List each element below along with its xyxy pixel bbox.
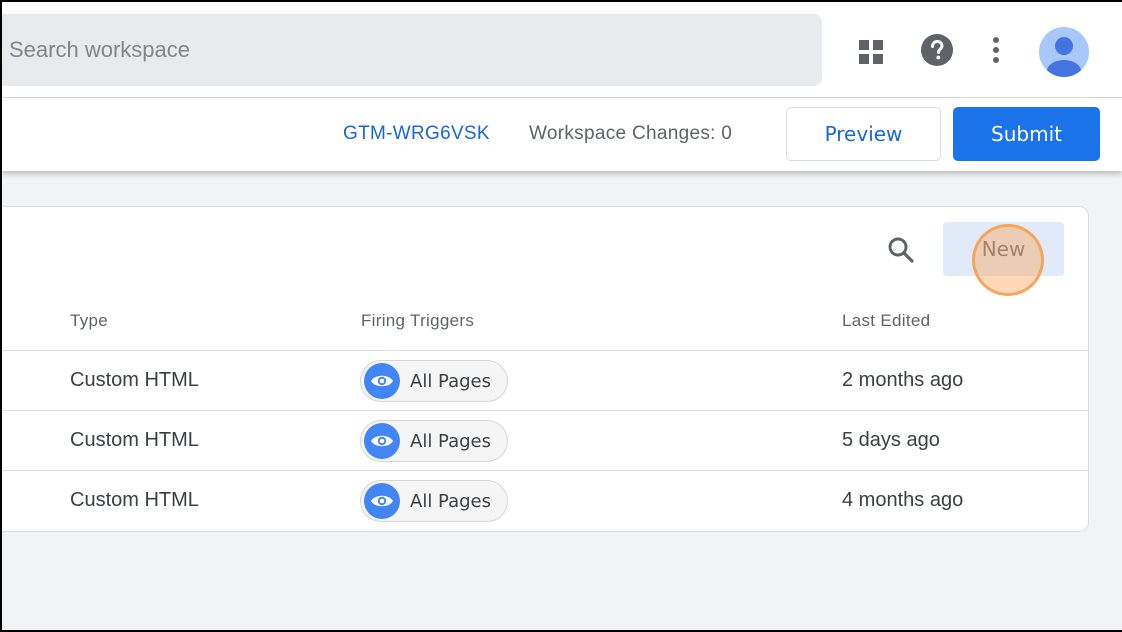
- submit-button[interactable]: Submit: [953, 107, 1100, 161]
- top-app-bar: Search workspace: [2, 2, 1122, 98]
- tags-card: New Type Firing Triggers Last Edited Cus…: [2, 206, 1089, 532]
- last-edited: 4 months ago: [842, 489, 964, 511]
- search-icon[interactable]: [885, 234, 917, 266]
- trigger-chip[interactable]: All Pages: [360, 480, 508, 522]
- trigger-chip[interactable]: All Pages: [360, 420, 508, 462]
- help-icon[interactable]: [920, 33, 954, 67]
- column-header-firing-triggers[interactable]: Firing Triggers: [361, 311, 474, 331]
- apps-icon[interactable]: [858, 39, 884, 65]
- eye-icon: [364, 363, 400, 399]
- eye-icon: [364, 483, 400, 519]
- new-tag-button[interactable]: New: [943, 222, 1064, 276]
- workspace-changes-count: Workspace Changes: 0: [529, 123, 733, 144]
- tag-type: Custom HTML: [70, 429, 199, 451]
- column-header-type[interactable]: Type: [70, 311, 108, 331]
- tag-type: Custom HTML: [70, 369, 199, 391]
- eye-icon: [364, 423, 400, 459]
- search-placeholder: Search workspace: [9, 37, 190, 62]
- trigger-label: All Pages: [410, 370, 491, 392]
- tag-type: Custom HTML: [70, 489, 199, 511]
- last-edited: 5 days ago: [842, 429, 940, 451]
- table-row[interactable]: Custom HTML All Pages 2 months ago: [2, 351, 1088, 411]
- table-header: Type Firing Triggers Last Edited: [2, 297, 1088, 351]
- last-edited: 2 months ago: [842, 369, 964, 391]
- trigger-label: All Pages: [410, 430, 491, 452]
- table-row[interactable]: Custom HTML All Pages 5 days ago: [2, 411, 1088, 471]
- trigger-label: All Pages: [410, 490, 491, 512]
- workspace-toolbar: GTM-WRG6VSK Workspace Changes: 0 Preview…: [2, 98, 1122, 171]
- more-vert-icon[interactable]: [986, 35, 1006, 65]
- search-workspace-input[interactable]: Search workspace: [2, 14, 822, 86]
- table-row[interactable]: Custom HTML All Pages 4 months ago: [2, 471, 1088, 531]
- container-id-link[interactable]: GTM-WRG6VSK: [343, 123, 490, 145]
- account-avatar[interactable]: [1039, 27, 1089, 77]
- column-header-last-edited[interactable]: Last Edited: [842, 311, 930, 331]
- preview-button[interactable]: Preview: [786, 107, 941, 161]
- trigger-chip[interactable]: All Pages: [360, 360, 508, 402]
